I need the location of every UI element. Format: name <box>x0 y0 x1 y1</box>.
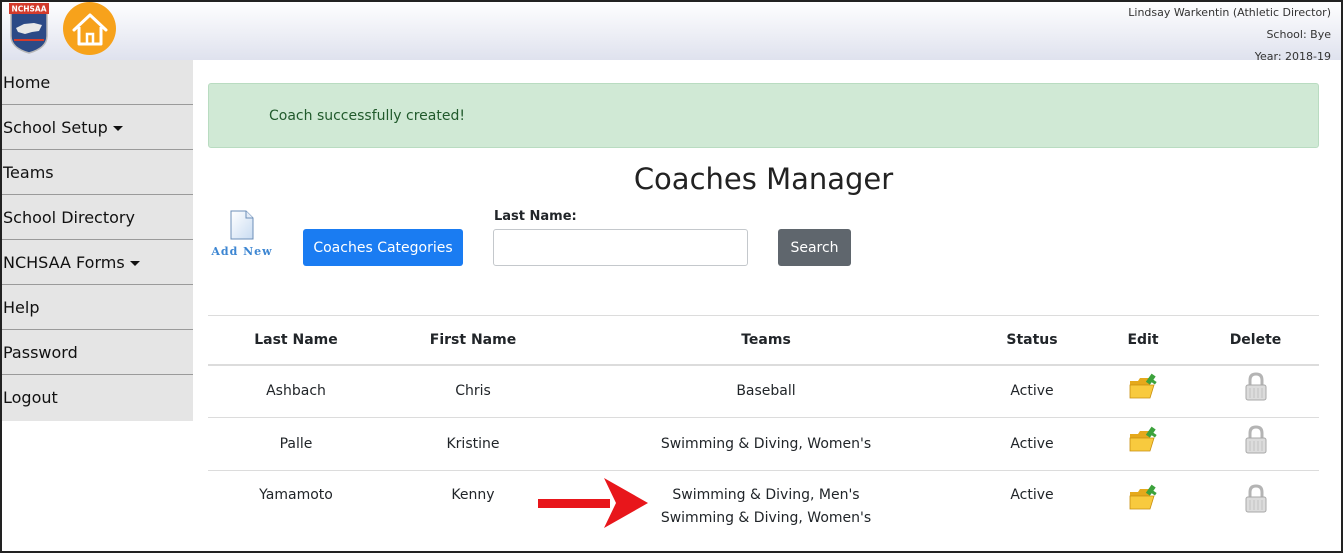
table-row: Palle Kristine Swimming & Diving, Women'… <box>208 417 1319 471</box>
folder-edit-icon <box>1129 373 1157 399</box>
column-header-first-name: First Name <box>384 315 562 366</box>
add-new-label: Add New <box>211 245 273 258</box>
cell-delete <box>1192 417 1319 471</box>
user-info: Lindsay Warkentin (Athletic Director) Sc… <box>1128 2 1331 68</box>
column-header-edit: Edit <box>1094 315 1192 366</box>
sidebar-item-nchsaa-forms[interactable]: NCHSAA Forms <box>2 240 193 285</box>
sidebar-item-help[interactable]: Help <box>2 285 193 330</box>
cell-status: Active <box>970 417 1094 471</box>
cell-delete <box>1192 471 1319 541</box>
cell-first-name: Kristine <box>384 417 562 471</box>
delete-button[interactable] <box>1243 372 1269 410</box>
cell-status: Active <box>1010 487 1054 503</box>
cell-edit <box>1094 364 1192 418</box>
edit-button[interactable] <box>1128 426 1158 462</box>
cell-first-name: Chris <box>384 364 562 418</box>
table-row: Ashbach Chris Baseball Active <box>208 364 1319 418</box>
cell-last-name: Palle <box>208 417 384 471</box>
sidebar-item-label: NCHSAA Forms <box>3 252 125 272</box>
coaches-categories-button[interactable]: Coaches Categories <box>303 229 463 266</box>
lock-icon <box>1245 372 1266 401</box>
alert-message: Coach successfully created! <box>269 107 465 124</box>
sidebar-item-label: Logout <box>3 388 58 407</box>
caret-down-icon <box>112 125 123 131</box>
sidebar-item-label: School Setup <box>3 117 108 137</box>
svg-text:NCHSAA: NCHSAA <box>11 5 46 14</box>
cell-teams: Baseball <box>562 364 970 418</box>
cell-delete <box>1192 364 1319 418</box>
home-button[interactable] <box>63 2 116 55</box>
success-alert: Coach successfully created! <box>208 83 1319 148</box>
sidebar-item-home[interactable]: Home <box>2 60 193 105</box>
column-header-teams: Teams <box>562 315 970 366</box>
cell-last-name: Ashbach <box>208 364 384 418</box>
cell-edit <box>1094 471 1192 541</box>
edit-button[interactable] <box>1128 373 1158 409</box>
last-name-label: Last Name: <box>494 209 577 224</box>
cell-last-name: Yamamoto <box>259 487 333 503</box>
last-name-input[interactable] <box>493 229 748 266</box>
caret-down-icon <box>129 260 140 266</box>
page-title: Coaches Manager <box>633 162 894 196</box>
school-name: School: Bye <box>1266 28 1331 41</box>
cell-first-name: Kenny <box>451 487 495 503</box>
sidebar-item-school-setup[interactable]: School Setup <box>2 105 193 150</box>
sidebar-item-school-directory[interactable]: School Directory <box>2 195 193 240</box>
document-icon <box>230 210 254 240</box>
sidebar-item-label: Password <box>3 342 78 362</box>
delete-button[interactable] <box>1243 484 1269 522</box>
team-name: Baseball <box>736 382 796 399</box>
lock-icon <box>1245 484 1266 513</box>
edit-button[interactable] <box>1128 484 1158 520</box>
folder-edit-icon <box>1129 426 1157 452</box>
home-icon <box>72 13 107 45</box>
team-name: Swimming & Diving, Women's <box>660 435 872 452</box>
sidebar: Home School Setup Teams School Directory… <box>2 60 193 421</box>
delete-button[interactable] <box>1243 425 1269 463</box>
table-header-row: Last Name First Name Teams Status Edit D… <box>208 315 1319 366</box>
table-row: Yamamoto Kenny Swimming & Diving, Men's … <box>208 471 1319 541</box>
sidebar-item-label: Home <box>3 72 51 92</box>
sidebar-item-password[interactable]: Password <box>2 330 193 375</box>
red-arrow-annotation <box>538 478 648 528</box>
coaches-table: Last Name First Name Teams Status Edit D… <box>208 315 1319 541</box>
cell-status: Active <box>970 364 1094 418</box>
sidebar-item-label: School Directory <box>3 207 135 227</box>
sidebar-item-logout[interactable]: Logout <box>2 375 193 420</box>
nchsaa-logo: NCHSAA <box>9 3 49 54</box>
school-year: Year: 2018-19 <box>1254 50 1331 63</box>
add-new-button[interactable]: Add New <box>210 210 274 258</box>
column-header-delete: Delete <box>1192 315 1319 366</box>
cell-teams: Swimming & Diving, Women's <box>562 417 970 471</box>
search-button[interactable]: Search <box>778 229 851 266</box>
cell-edit <box>1094 417 1192 471</box>
app-header: NCHSAA Lindsay Warkentin (Athletic Direc… <box>0 0 1343 63</box>
sidebar-item-label: Help <box>3 297 40 317</box>
sidebar-item-teams[interactable]: Teams <box>2 150 193 195</box>
user-name: Lindsay Warkentin (Athletic Director) <box>1128 6 1331 19</box>
sidebar-item-label: Teams <box>3 162 54 182</box>
lock-icon <box>1245 425 1266 454</box>
column-header-status: Status <box>970 315 1094 366</box>
folder-edit-icon <box>1129 484 1157 510</box>
column-header-last-name: Last Name <box>208 315 384 366</box>
